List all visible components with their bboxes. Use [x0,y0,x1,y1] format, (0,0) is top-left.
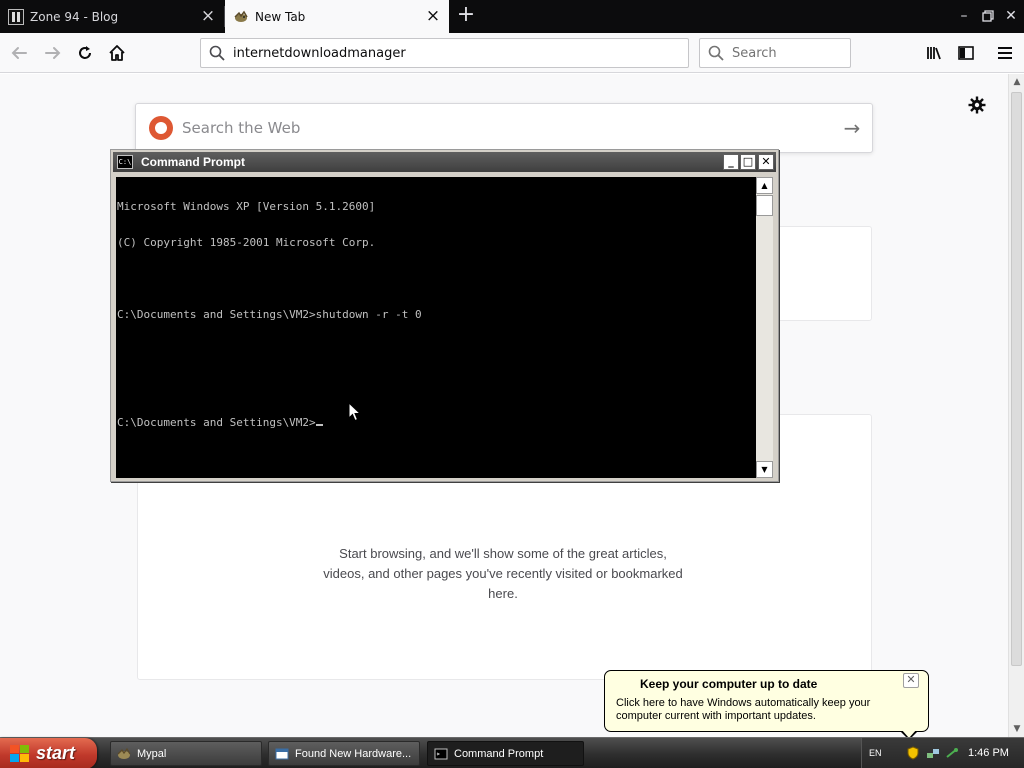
minimize-icon[interactable]: – [954,6,974,26]
console-line: C:\Documents and Settings\VM2>shutdown -… [117,308,422,321]
cmd-scroll-down-icon[interactable]: ▼ [756,461,773,478]
cmd-scroll-up-icon[interactable]: ▲ [756,177,773,194]
duckduckgo-logo-icon [149,116,173,140]
security-shield-icon[interactable] [906,746,920,760]
safely-remove-hardware-icon[interactable] [945,746,959,760]
mouse-pointer-icon [348,402,362,422]
cmd-window-icon: C:\ [117,155,133,169]
clock: 1:46 PM [968,747,1009,759]
search-submit-arrow-icon[interactable]: → [832,116,872,140]
task-label: Command Prompt [454,747,544,760]
cmd-close-button[interactable]: ✕ [758,154,774,170]
taskbar-item-found-new-hardware[interactable]: Found New Hardware... [268,741,420,766]
search-input[interactable]: Search [699,38,851,68]
window-icon [275,748,289,759]
task-label: Mypal [137,747,167,760]
page-scrollbar[interactable]: ▲ ▼ [1008,74,1024,737]
console-output[interactable]: Microsoft Windows XP [Version 5.1.2600] … [116,177,756,478]
tab-close-icon[interactable]: × [425,7,441,25]
scroll-thumb[interactable] [1011,92,1022,666]
scroll-down-arrow-icon[interactable]: ▼ [1009,721,1024,737]
tab-new-tab[interactable]: New Tab × [225,0,449,33]
cmd-title: Command Prompt [141,155,246,169]
console-prompt: C:\Documents and Settings\VM2> [117,416,316,429]
browser-tab-strip: Zone 94 - Blog × New Tab × + – ✕ [0,0,1024,33]
balloon-close-icon[interactable]: ✕ [903,673,919,688]
web-search-box[interactable]: Search the Web → [135,103,873,153]
windows-flag-icon [10,744,30,763]
url-bar[interactable]: internetdownloadmanager [200,38,689,68]
close-window-icon[interactable]: ✕ [1001,6,1021,26]
balloon-text: Click here to have Windows automatically… [616,697,871,722]
cmd-maximize-button[interactable]: □ [740,154,756,170]
tab-zone94-blog[interactable]: Zone 94 - Blog × [0,0,224,33]
url-search-icon [209,45,225,61]
hamburger-menu-icon[interactable] [993,41,1017,65]
sidebar-toggle-icon[interactable] [954,41,978,65]
gear-icon[interactable] [966,94,988,116]
zone94-favicon-icon [8,8,24,25]
mypal-favicon-icon [234,10,248,22]
system-tray: EN 1:46 PM [861,738,1024,768]
update-notification-balloon[interactable]: Keep your computer up to date Click here… [604,670,929,732]
cmd-titlebar[interactable]: C:\ Command Prompt _ □ ✕ [113,152,776,172]
navigation-toolbar: internetdownloadmanager Search [0,33,1024,73]
taskbar: start Mypal Found New Hardware... Comman… [0,737,1024,768]
mypal-icon [117,747,131,759]
highlights-empty-message: Start browsing, and we'll show some of t… [323,546,683,601]
network-icon[interactable] [926,746,940,760]
scroll-up-arrow-icon[interactable]: ▲ [1009,74,1024,90]
web-search-placeholder: Search the Web [182,119,301,137]
language-indicator[interactable]: EN [869,746,883,760]
taskbar-item-command-prompt[interactable]: Command Prompt [427,741,584,766]
start-label: start [36,743,76,763]
cmd-minimize-button[interactable]: _ [723,154,739,170]
search-icon [708,45,724,61]
tab-title: Zone 94 - Blog [30,9,119,24]
console-line: Microsoft Windows XP [Version 5.1.2600] [117,200,376,213]
console-prompt-line: C:\Documents and Settings\VM2> [117,417,755,429]
command-prompt-window[interactable]: C:\ Command Prompt _ □ ✕ Microsoft Windo… [110,149,779,482]
console-line: (C) Copyright 1985-2001 Microsoft Corp. [117,236,376,249]
new-tab-plus-icon[interactable]: + [454,4,478,28]
console-cursor [315,424,323,426]
taskbar-item-mypal[interactable]: Mypal [110,741,262,766]
forward-arrow-icon[interactable] [41,41,65,65]
home-icon[interactable] [105,41,129,65]
tab-close-icon[interactable]: × [200,7,216,25]
back-arrow-icon[interactable] [7,41,31,65]
tab-title: New Tab [255,9,306,24]
reload-icon[interactable] [73,41,97,65]
cmd-scroll-thumb[interactable] [756,195,773,216]
cmd-icon [434,748,448,759]
task-label: Found New Hardware... [295,747,412,760]
balloon-title: Keep your computer up to date [640,677,818,691]
cmd-scrollbar[interactable]: ▲ ▼ [756,177,773,478]
search-placeholder: Search [732,45,777,61]
library-icon[interactable] [922,41,946,65]
url-text: internetdownloadmanager [233,45,406,61]
start-button[interactable]: start [0,738,97,768]
restore-icon[interactable] [978,6,998,26]
